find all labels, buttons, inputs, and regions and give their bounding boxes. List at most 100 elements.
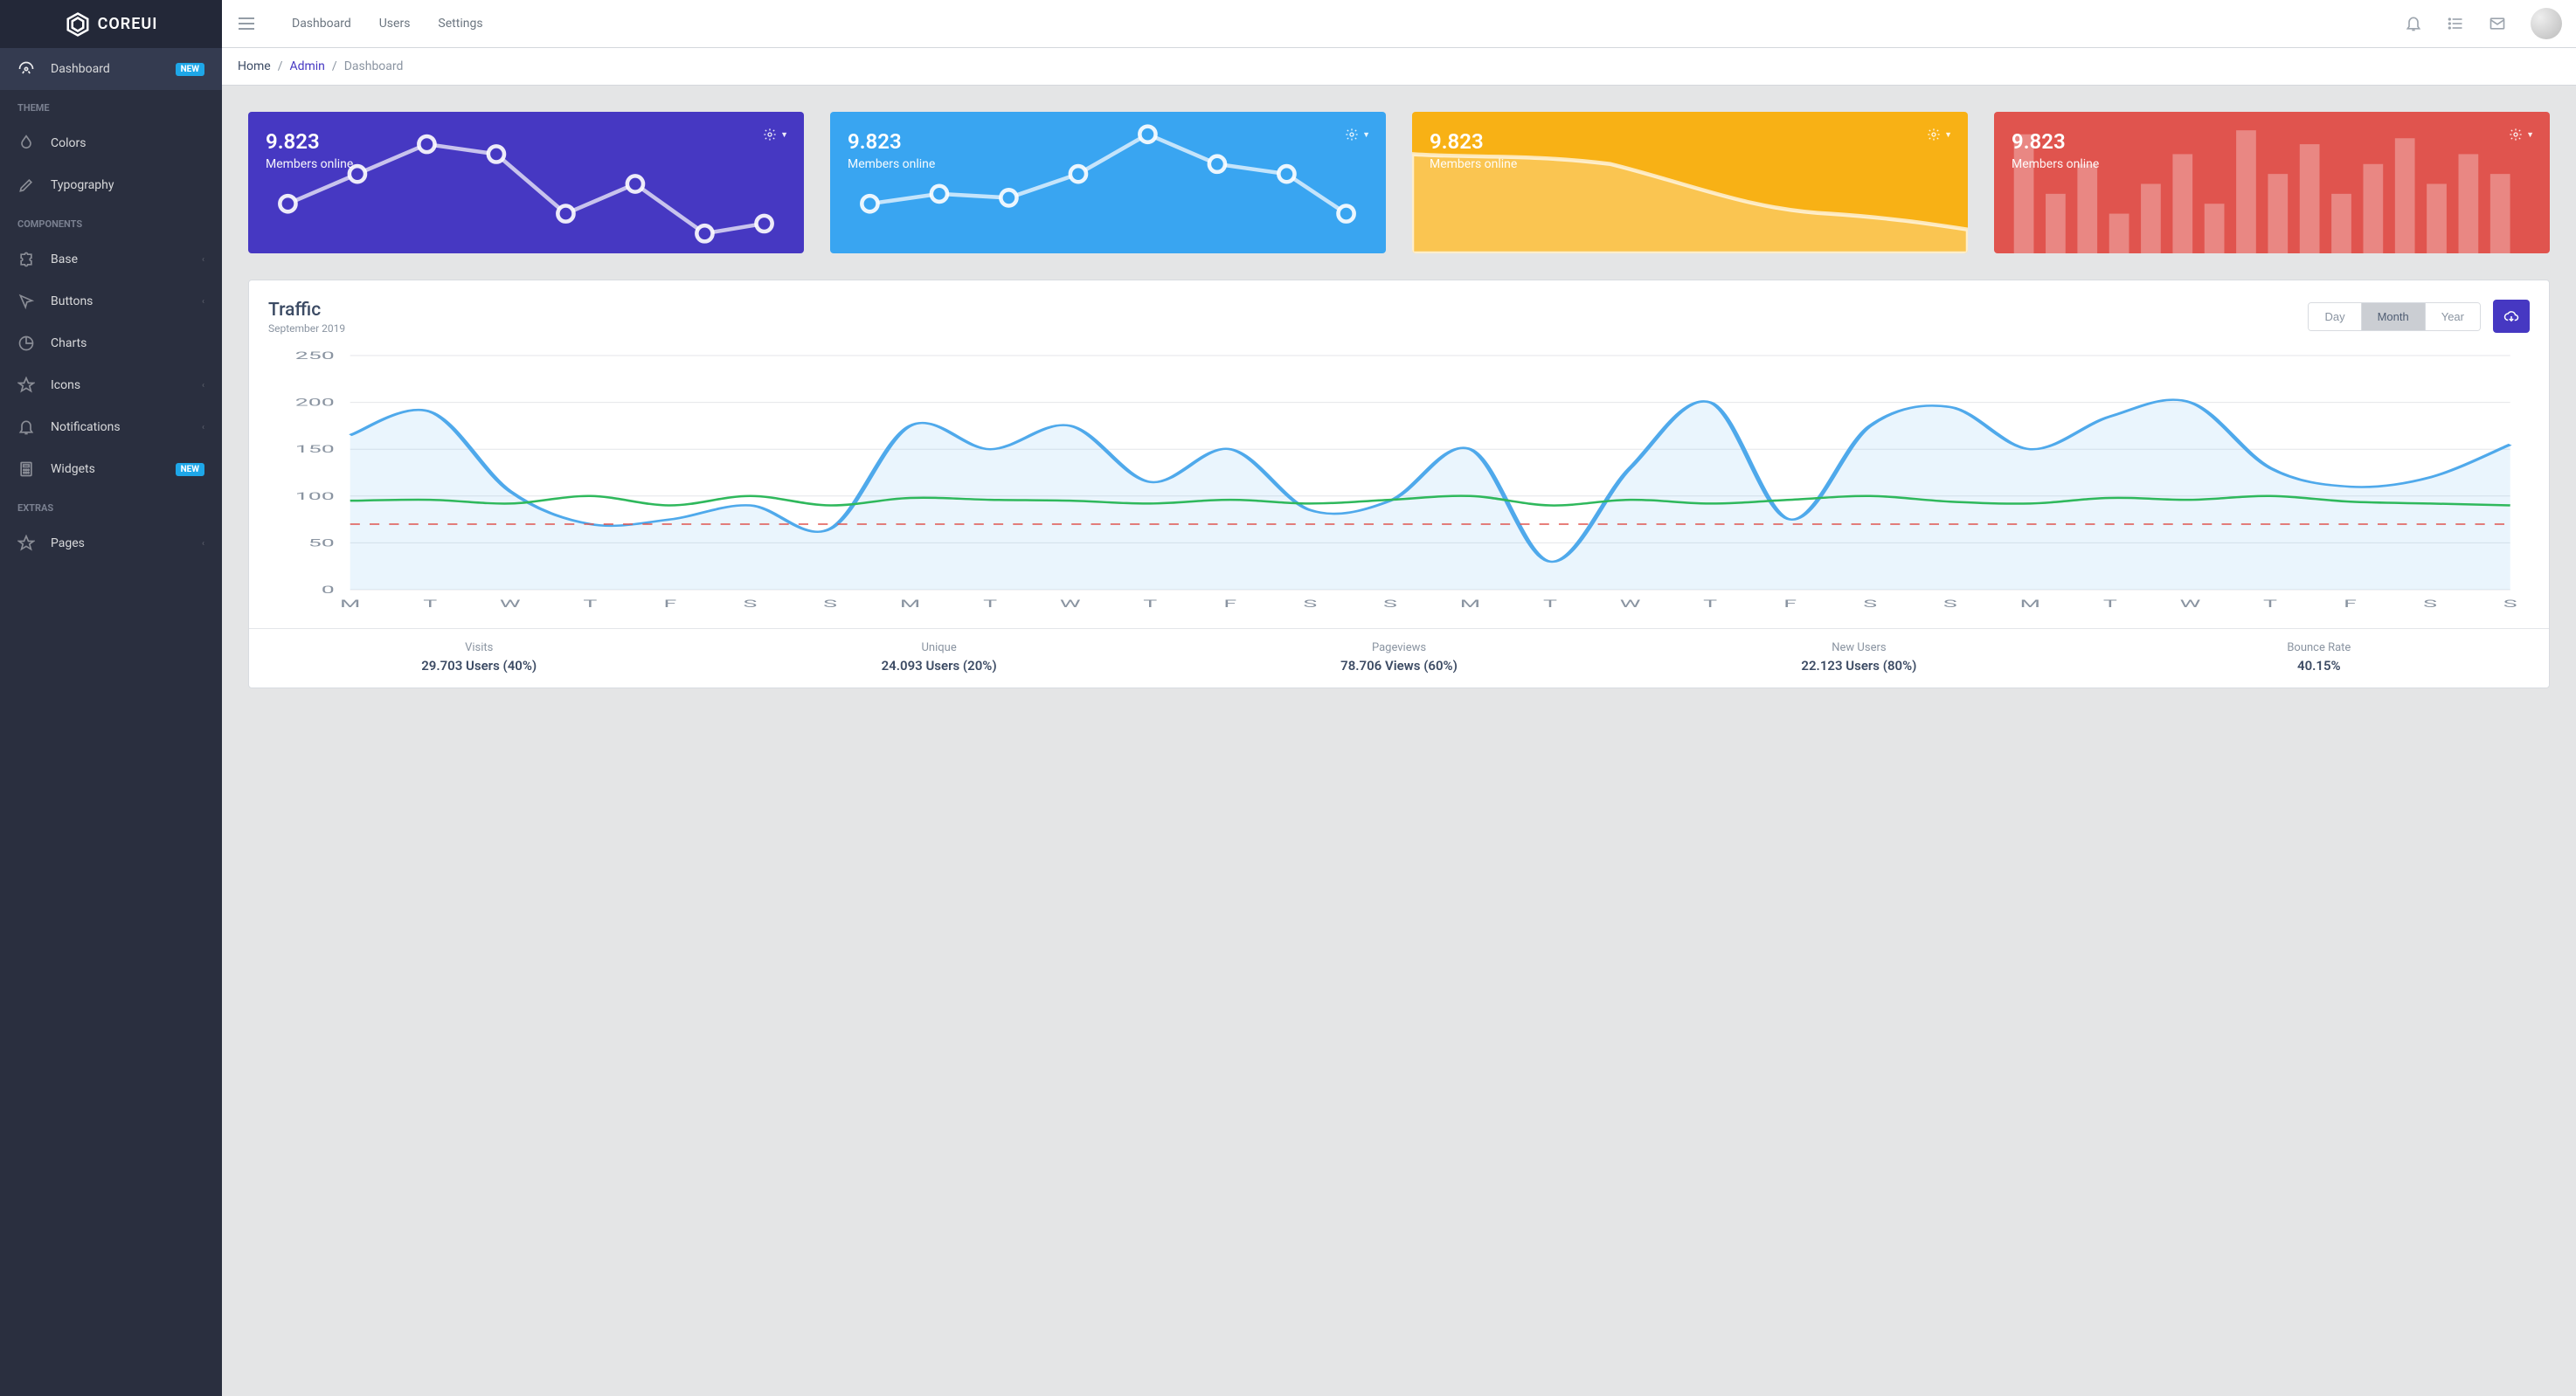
sidebar-item-label: Dashboard [51, 62, 110, 76]
content: ▼ 9.823 Members online ▼ 9.823 Members o… [222, 86, 2576, 715]
sparkbar-chart [1994, 114, 2550, 253]
breadcrumb-home[interactable]: Home [238, 59, 271, 73]
cloud-download-icon [2503, 308, 2519, 324]
list-icon[interactable] [2447, 15, 2464, 32]
time-range-toggle: Day Month Year [2308, 302, 2481, 331]
stat-card-members-yellow: ▼ 9.823 Members online [1412, 112, 1968, 253]
header-nav: Dashboard Users Settings [292, 17, 483, 31]
svg-text:M: M [1460, 598, 1480, 611]
svg-text:T: T [2103, 598, 2117, 611]
svg-text:W: W [2180, 598, 2201, 611]
puzzle-icon [17, 251, 35, 268]
svg-text:M: M [2020, 598, 2040, 611]
sidebar-item-label: Base [51, 252, 78, 266]
svg-text:S: S [1863, 598, 1877, 611]
header-nav-users[interactable]: Users [379, 17, 411, 31]
breadcrumb-sep: / [278, 59, 283, 73]
header-right [2405, 8, 2562, 39]
chevron-left-icon: ‹ [202, 539, 204, 549]
header-nav-dashboard[interactable]: Dashboard [292, 17, 351, 31]
stat-pageviews: Pageviews 78.706 Views (60%) [1169, 629, 1629, 688]
download-button[interactable] [2493, 300, 2530, 333]
svg-text:200: 200 [295, 397, 335, 409]
traffic-stats-row: Visits 29.703 Users (40%) Unique 24.093 … [249, 628, 2549, 688]
sidebar-item-icons[interactable]: Icons ‹ [0, 364, 222, 406]
avatar[interactable] [2531, 8, 2562, 39]
svg-text:W: W [1060, 598, 1081, 611]
svg-text:W: W [1620, 598, 1641, 611]
sidebar-item-buttons[interactable]: Buttons ‹ [0, 280, 222, 322]
svg-text:S: S [1383, 598, 1397, 611]
svg-text:S: S [823, 598, 837, 611]
stat-title: Visits [256, 641, 702, 654]
svg-text:S: S [1943, 598, 1957, 611]
stat-card-members-red: ▼ 9.823 Members online [1994, 112, 2550, 253]
stat-title: Unique [716, 641, 1161, 654]
stat-card-row: ▼ 9.823 Members online ▼ 9.823 Members o… [248, 112, 2550, 253]
sidebar-item-colors[interactable]: Colors [0, 122, 222, 164]
stat-bounce: Bounce Rate 40.15% [2089, 629, 2549, 688]
breadcrumb: Home / Admin / Dashboard [222, 48, 2576, 86]
header-nav-settings[interactable]: Settings [438, 17, 482, 31]
range-month-button[interactable]: Month [2361, 303, 2425, 330]
sidebar-toggle-button[interactable] [236, 13, 257, 34]
chevron-left-icon: ‹ [202, 423, 204, 432]
stat-title: New Users [1636, 641, 2081, 654]
bell-icon [17, 418, 35, 436]
stat-val: 22.123 Users (80%) [1636, 658, 2081, 674]
svg-text:S: S [744, 598, 758, 611]
stat-unique: Unique 24.093 Users (20%) [709, 629, 1168, 688]
main: Dashboard Users Settings Home / Admin / … [222, 0, 2576, 1396]
sidebar-item-pages[interactable]: Pages ‹ [0, 522, 222, 564]
nav-section-components: COMPONENTS [0, 206, 222, 238]
svg-text:W: W [500, 598, 521, 611]
droplet-icon [17, 135, 35, 152]
header: Dashboard Users Settings [222, 0, 2576, 48]
speedometer-icon [17, 60, 35, 78]
sidebar-item-notifications[interactable]: Notifications ‹ [0, 406, 222, 448]
sidebar-item-typography[interactable]: Typography [0, 164, 222, 206]
stat-card-members-purple: ▼ 9.823 Members online [248, 112, 804, 253]
breadcrumb-admin[interactable]: Admin [289, 59, 324, 73]
mail-icon[interactable] [2489, 15, 2506, 32]
svg-text:S: S [1303, 598, 1317, 611]
pencil-icon [17, 176, 35, 194]
panel-header: Traffic September 2019 Day Month Year [249, 280, 2549, 335]
stat-card-members-blue: ▼ 9.823 Members online [830, 112, 1386, 253]
brand-text: COREUI [98, 15, 158, 33]
sidebar-item-dashboard[interactable]: Dashboard NEW [0, 48, 222, 90]
svg-text:0: 0 [322, 584, 335, 597]
sidebar-item-charts[interactable]: Charts [0, 322, 222, 364]
svg-text:F: F [1223, 598, 1236, 611]
sidebar-item-label: Notifications [51, 420, 121, 434]
brand[interactable]: COREUI [0, 0, 222, 48]
traffic-chart-svg: 050100150200250MTWTFSSMTWTFSSMTWTFSSMTWT… [268, 350, 2530, 612]
range-day-button[interactable]: Day [2309, 303, 2360, 330]
traffic-panel: Traffic September 2019 Day Month Year [248, 280, 2550, 688]
svg-text:M: M [340, 598, 360, 611]
svg-text:150: 150 [295, 444, 335, 456]
chevron-left-icon: ‹ [202, 381, 204, 390]
sidebar-item-widgets[interactable]: Widgets NEW [0, 448, 222, 490]
svg-text:T: T [423, 598, 437, 611]
svg-text:T: T [1543, 598, 1557, 611]
sidebar-item-base[interactable]: Base ‹ [0, 238, 222, 280]
sidebar-item-label: Pages [51, 536, 85, 550]
stat-val: 40.15% [2096, 658, 2542, 674]
sidebar-item-label: Charts [51, 336, 87, 350]
svg-text:250: 250 [295, 350, 335, 362]
star-icon [17, 535, 35, 552]
svg-text:S: S [2423, 598, 2437, 611]
svg-text:50: 50 [308, 537, 335, 549]
sidebar-item-label: Widgets [51, 462, 95, 476]
bell-icon[interactable] [2405, 15, 2422, 32]
range-year-button[interactable]: Year [2425, 303, 2480, 330]
panel-subtitle: September 2019 [268, 322, 345, 335]
svg-text:S: S [2503, 598, 2517, 611]
stat-visits: Visits 29.703 Users (40%) [249, 629, 709, 688]
svg-text:M: M [900, 598, 920, 611]
breadcrumb-current: Dashboard [344, 59, 404, 73]
sidebar: COREUI Dashboard NEW THEME Colors Typogr… [0, 0, 222, 1396]
svg-text:T: T [583, 598, 597, 611]
logo-icon [65, 11, 91, 38]
